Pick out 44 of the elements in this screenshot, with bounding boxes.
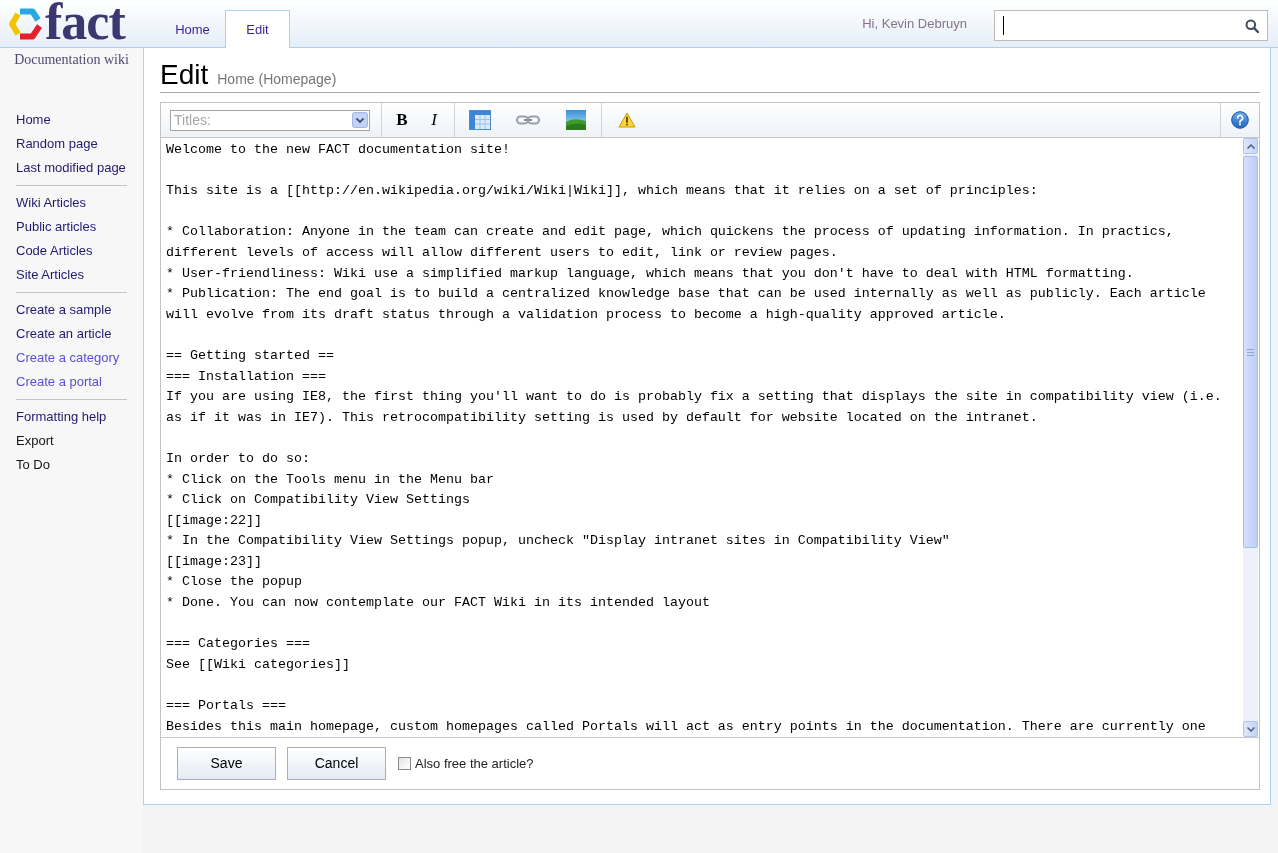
logo-wordmark[interactable]: fact [45, 0, 125, 49]
sidebar-link[interactable]: Wiki Articles [16, 193, 87, 213]
italic-button[interactable]: I [418, 107, 450, 133]
sidebar-link[interactable]: Create a portal [16, 372, 102, 392]
save-button[interactable]: Save [177, 747, 276, 780]
scroll-down-button[interactable] [1243, 721, 1258, 737]
search-icon[interactable] [1245, 18, 1259, 33]
scrollbar-thumb[interactable] [1243, 156, 1258, 548]
sidebar-link[interactable]: Site Articles [16, 265, 84, 285]
sidebar-link[interactable]: Code Articles [16, 241, 93, 261]
bold-button[interactable]: B [386, 107, 418, 133]
cancel-button[interactable]: Cancel [287, 747, 386, 780]
checkbox-label: Also free the article? [415, 754, 534, 773]
page-subtitle: Home (Homepage) [217, 70, 337, 89]
page-title: Edit [160, 60, 209, 90]
help-icon [1231, 111, 1249, 129]
sidebar-link[interactable]: Public articles [16, 217, 97, 237]
nav-tab[interactable]: Home [160, 10, 225, 48]
vertical-scrollbar[interactable] [1243, 138, 1258, 737]
sidebar-link[interactable]: Export [16, 431, 54, 451]
chain-link-icon [516, 115, 540, 125]
site-tagline: Documentation wiki [13, 51, 130, 68]
greeting-text: Hi, Kevin Debruyn [862, 14, 967, 33]
checkbox[interactable] [398, 757, 411, 770]
search-field[interactable] [994, 10, 1268, 41]
grip-icon [1247, 348, 1254, 356]
dropdown-chevron-icon[interactable] [352, 112, 368, 128]
sidebar-link[interactable]: Create an article [16, 324, 112, 344]
landscape-image-icon [566, 110, 586, 130]
scroll-up-button[interactable] [1243, 138, 1258, 154]
sidebar-link[interactable]: Home [16, 110, 51, 130]
nav-tab[interactable]: Edit [225, 10, 290, 48]
sidebar-link[interactable]: Formatting help [16, 407, 107, 427]
table-icon [469, 110, 491, 130]
logo-icon [8, 7, 44, 40]
sidebar-link[interactable]: Random page [16, 134, 98, 154]
chevron-up-icon [1246, 143, 1255, 149]
chevron-down-icon [1246, 726, 1255, 732]
sidebar-link[interactable]: Last modified page [16, 158, 126, 178]
sidebar-link[interactable]: Create a sample [16, 300, 112, 320]
sidebar-link[interactable]: Create a category [16, 348, 120, 368]
sidebar-link[interactable]: To Do [16, 455, 50, 475]
wiki-text-area[interactable]: Welcome to the new FACT documentation site! This site is a [[http://en.wikipedia.org/wiki/Wiki|Wiki]], which means that it relies on a set of principles: * Collaboration: Anyone in the team can create and edit page, which quickens the process of updating information. In practics, different levels of access will allow different users to edit, link or review pages. * User-friendliness: Wiki use a simplified markup language, which means that you don't have to deal with HTML formatting. * Publication: The end goal is to build a centralized knowledge base that can be used internally as well as publicly. Each article will evolve from its draft status through a validation process to become a high-quality approved article. == Getting started == === Installation === If you are using IE8, the first thing you'll want to do is probably fix a setting that displays the site in compatibility view (i.e. as if it was in IE7). This retrocompatibility setting is used by default for website located on the intranet. In order to do so: * Click on the Tools menu in the Menu bar * Click on Compatibility View Settings [[image:22]] * In the Compatibility View Settings popup, uncheck "Display intranet sites in Compatibility View" [[image:23]] * Close the popup * Done. You can now contemplate our FACT Wiki in its intended layout === Categories === See [[Wiki categories]] === Portals === Besides this main homepage, custom homepages called Portals will act as entry points in the documentation. There are currently one [161, 138, 1243, 737]
warning-icon [618, 112, 636, 128]
